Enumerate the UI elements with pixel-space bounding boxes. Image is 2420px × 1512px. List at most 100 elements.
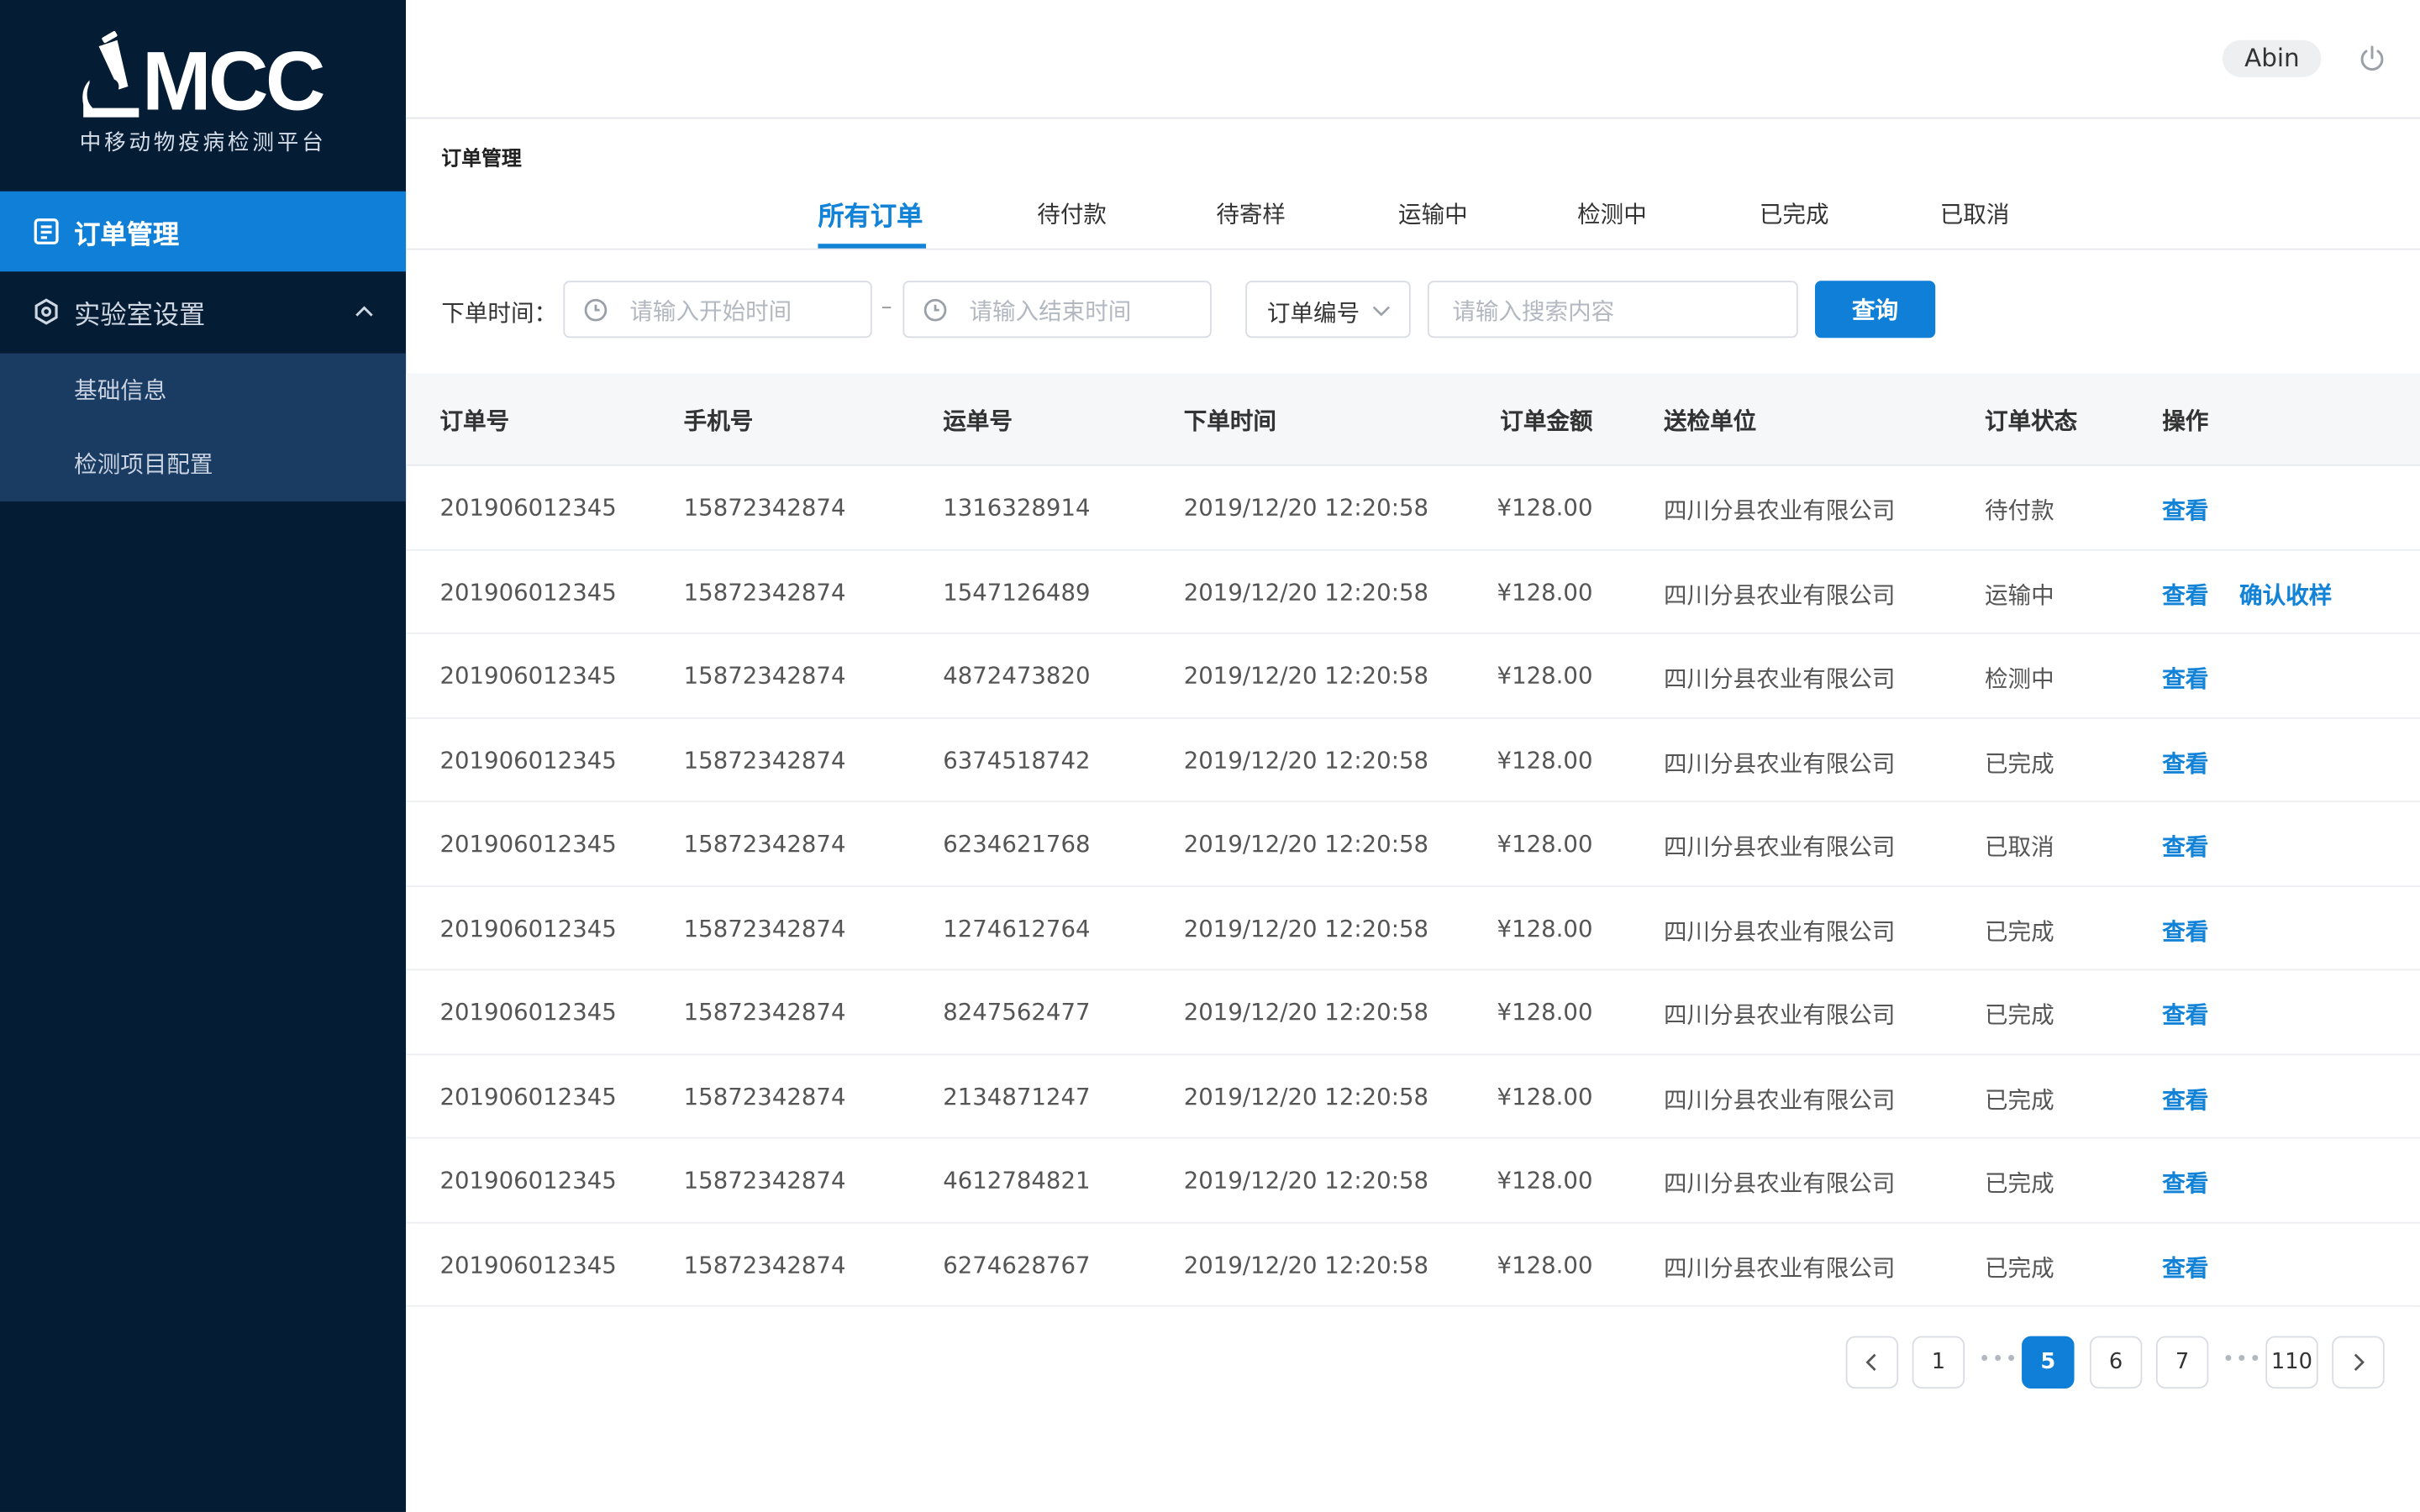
pagination-ellipsis: •••	[1978, 1348, 2019, 1372]
sidebar: MCC 中移动物疫病检测平台 订单管理 实验室设置 基础信息 检测项目配置	[0, 0, 407, 1512]
table-row: 201906012345 15872342874 6234621768 2019/12…	[406, 802, 2420, 887]
tab-pending-shipment[interactable]: 待寄样	[1216, 197, 1286, 230]
sidebar-subitem-test-item-config[interactable]: 检测项目配置	[0, 428, 406, 501]
cell-phone: 15872342874	[683, 493, 846, 522]
page-button-110[interactable]: 110	[2265, 1336, 2318, 1389]
table-row: 201906012345 15872342874 2134871247 2019/12…	[406, 1054, 2420, 1139]
page-button-6[interactable]: 6	[2089, 1336, 2143, 1389]
cell-waybill: 6234621768	[943, 830, 1091, 858]
view-button[interactable]: 查看	[2162, 662, 2208, 695]
view-button[interactable]: 查看	[2162, 494, 2208, 527]
cell-amount: ¥128.00	[1497, 998, 1593, 1026]
cell-phone: 15872342874	[683, 914, 846, 942]
cell-order-no: 201906012345	[439, 914, 617, 942]
tab-completed[interactable]: 已完成	[1760, 197, 1829, 230]
table-row: 201906012345 15872342874 6274628767 2019/12…	[406, 1223, 2420, 1307]
sidebar-item-lab-settings[interactable]: 实验室设置	[0, 271, 406, 352]
cell-amount: ¥128.00	[1497, 493, 1593, 522]
tab-in-transit[interactable]: 运输中	[1398, 197, 1468, 230]
cell-order-no: 201906012345	[439, 493, 617, 522]
cell-amount: ¥128.00	[1497, 914, 1593, 942]
next-page-button[interactable]	[2332, 1336, 2385, 1389]
prev-page-button[interactable]	[1845, 1336, 1899, 1389]
page-button-1[interactable]: 1	[1912, 1336, 1965, 1389]
column-header-status: 订单状态	[1984, 407, 2078, 435]
page-button-7[interactable]: 7	[2155, 1336, 2209, 1389]
page-button-5[interactable]: 5	[2022, 1336, 2075, 1389]
confirm-receipt-button[interactable]: 确认收样	[2239, 578, 2332, 611]
table-row: 201906012345 15872342874 1316328914 2019/12…	[406, 466, 2420, 550]
view-button[interactable]: 查看	[2162, 1251, 2208, 1284]
cell-waybill: 4612784821	[943, 1166, 1091, 1194]
breadcrumb: 订单管理	[441, 148, 522, 171]
cell-unit: 四川分县农业有限公司	[1663, 1001, 1896, 1030]
view-button[interactable]: 查看	[2162, 1082, 2208, 1115]
sidebar-item-order-management[interactable]: 订单管理	[0, 191, 407, 272]
cell-order-no: 201906012345	[439, 661, 617, 690]
cell-order-time: 2019/12/20 12:20:58	[1183, 1082, 1429, 1110]
top-header: Abin	[406, 0, 2420, 119]
query-button[interactable]: 查询	[1814, 281, 1936, 339]
cell-status: 已完成	[1984, 1085, 2054, 1114]
cell-order-no: 201906012345	[439, 1166, 617, 1194]
view-button[interactable]: 查看	[2162, 914, 2208, 947]
chevron-up-icon	[355, 306, 373, 317]
start-time-input[interactable]	[626, 291, 865, 332]
column-header-actions: 操作	[2162, 407, 2209, 435]
table-row: 201906012345 15872342874 4872473820 2019/12…	[406, 634, 2420, 718]
tab-pending-payment[interactable]: 待付款	[1037, 197, 1107, 230]
logo: MCC 中移动物疫病检测平台	[0, 0, 406, 192]
active-tab-underline	[818, 244, 927, 249]
tab-all-orders[interactable]: 所有订单	[818, 194, 923, 234]
cell-order-no: 201906012345	[439, 746, 617, 774]
user-badge[interactable]: Abin	[2223, 39, 2322, 77]
view-button[interactable]: 查看	[2162, 746, 2208, 779]
cell-order-time: 2019/12/20 12:20:58	[1183, 746, 1429, 774]
cell-waybill: 1547126489	[943, 577, 1091, 606]
sidebar-subitem-basic-info[interactable]: 基础信息	[0, 354, 406, 428]
cell-amount: ¥128.00	[1497, 1082, 1593, 1110]
chevron-left-icon	[1865, 1353, 1876, 1371]
cell-phone: 15872342874	[683, 1250, 846, 1278]
view-button[interactable]: 查看	[2162, 998, 2208, 1031]
search-field-select[interactable]: 订单编号	[1245, 281, 1411, 339]
cell-order-time: 2019/12/20 12:20:58	[1183, 830, 1429, 858]
date-range-separator: –	[881, 294, 892, 320]
order-time-label: 下单时间：	[441, 299, 558, 328]
view-button[interactable]: 查看	[2162, 578, 2208, 611]
view-button[interactable]: 查看	[2162, 1167, 2208, 1200]
cell-unit: 四川分县农业有限公司	[1663, 580, 1896, 609]
cell-phone: 15872342874	[683, 661, 846, 690]
end-time-field[interactable]	[902, 281, 1212, 339]
cell-order-no: 201906012345	[439, 830, 617, 858]
clock-icon	[584, 298, 608, 322]
table-row: 201906012345 15872342874 4612784821 2019/12…	[406, 1138, 2420, 1223]
cell-order-no: 201906012345	[439, 998, 617, 1026]
cell-amount: ¥128.00	[1497, 661, 1593, 690]
orders-table: 订单号 手机号 运单号 下单时间 订单金额 送检单位 订单状态 操作 20190…	[406, 373, 2420, 1307]
cell-status: 运输中	[1984, 580, 2054, 609]
cell-status: 已完成	[1984, 916, 2054, 945]
start-time-field[interactable]	[563, 281, 872, 339]
power-icon[interactable]	[2358, 45, 2386, 72]
cell-status: 已完成	[1984, 748, 2054, 777]
cell-waybill: 6274628767	[943, 1250, 1091, 1278]
cell-phone: 15872342874	[683, 1082, 846, 1110]
search-input[interactable]	[1449, 291, 1787, 332]
column-header-phone: 手机号	[683, 407, 754, 435]
table-body: 201906012345 15872342874 1316328914 2019/12…	[406, 466, 2420, 1307]
view-button[interactable]: 查看	[2162, 830, 2208, 863]
cell-status: 已取消	[1984, 832, 2054, 861]
tab-testing[interactable]: 检测中	[1577, 197, 1647, 230]
cell-phone: 15872342874	[683, 577, 846, 606]
column-header-order-no: 订单号	[439, 407, 510, 435]
cell-waybill: 4872473820	[943, 661, 1091, 690]
cell-phone: 15872342874	[683, 746, 846, 774]
cell-unit: 四川分县农业有限公司	[1663, 748, 1896, 777]
search-field[interactable]	[1427, 281, 1798, 339]
cell-unit: 四川分县农业有限公司	[1663, 1169, 1896, 1198]
cell-order-no: 201906012345	[439, 1082, 617, 1110]
tab-cancelled[interactable]: 已取消	[1940, 197, 2010, 230]
end-time-input[interactable]	[965, 291, 1204, 332]
cell-amount: ¥128.00	[1497, 746, 1593, 774]
